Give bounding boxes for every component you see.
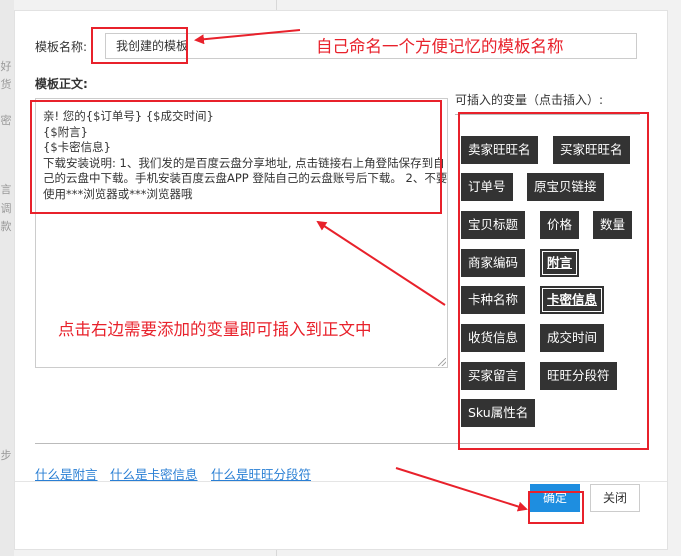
background-text: 密 [0,114,12,127]
annotation-box-body [30,100,442,214]
background-text: 言 [0,183,12,196]
close-button[interactable]: 关闭 [590,484,641,512]
resize-handle-icon[interactable] [438,358,446,366]
template-name-label: 模板名称: [35,40,88,54]
background-text: 调 [0,202,12,215]
background-text: 好 [0,60,12,73]
annotation-name-hint: 自己命名一个方便记忆的模板名称 [316,37,564,56]
variables-label: 可插入的变量（点击插入）: [455,93,604,107]
background-text: 货 [0,78,12,91]
background-text: 款 [0,220,12,233]
background-text: 步 [0,449,12,462]
annotation-variable-hint: 点击右边需要添加的变量即可插入到正文中 [58,320,372,339]
annotation-box-variables [458,112,649,450]
divider [35,443,455,444]
annotation-box-name [91,27,188,64]
footer-divider [15,481,667,482]
annotation-box-confirm [528,491,584,524]
template-body-label: 模板正文: [35,77,88,91]
